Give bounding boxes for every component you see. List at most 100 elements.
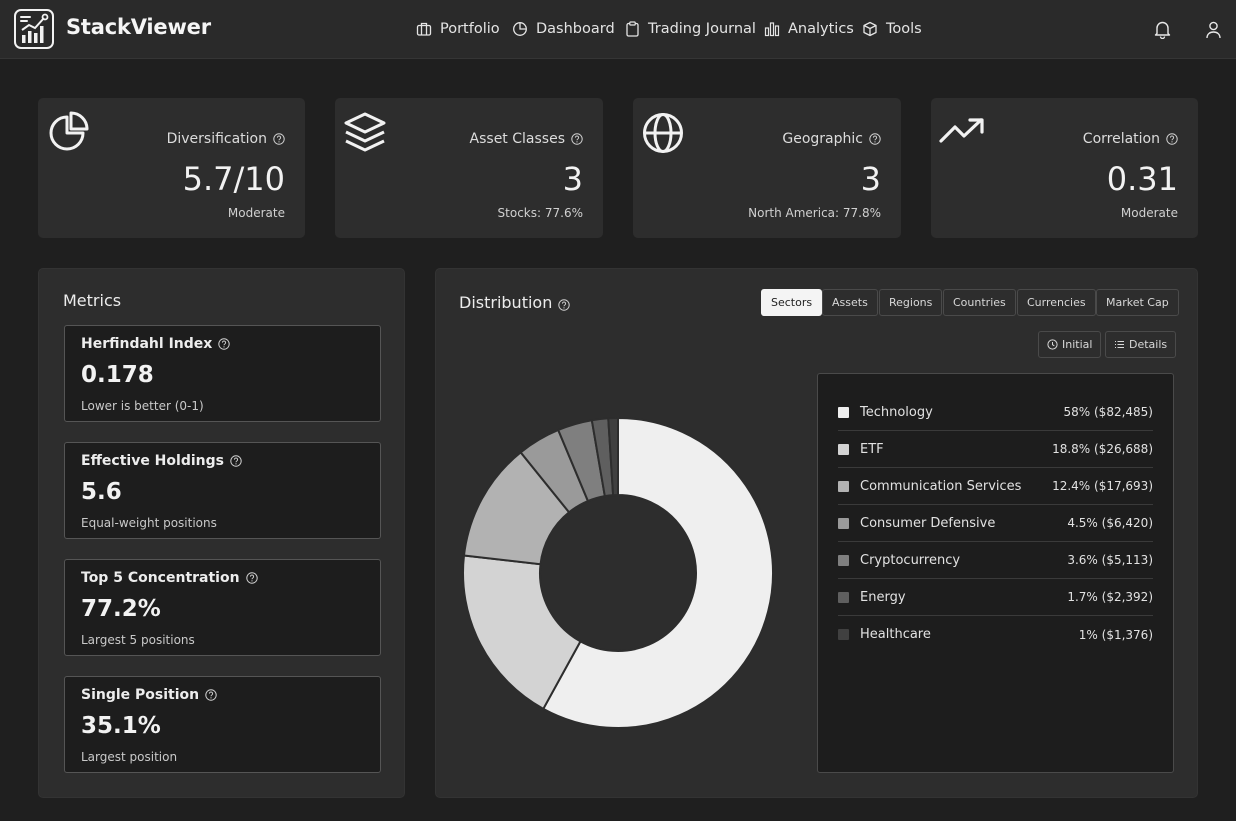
layers-icon	[343, 111, 387, 155]
metric-subtext: Largest position	[81, 750, 178, 764]
brand-name[interactable]: StackViewer	[66, 15, 211, 39]
distribution-title: Distribution	[459, 293, 571, 312]
legend-value: 4.5% ($6,420)	[1067, 516, 1153, 530]
clock-icon	[1047, 339, 1058, 350]
nav-analytics[interactable]: Analytics	[764, 19, 854, 39]
help-icon[interactable]	[571, 133, 583, 145]
legend-row[interactable]: ETF 18.8% ($26,688)	[838, 431, 1153, 468]
tab-market-cap[interactable]: Market Cap	[1096, 289, 1179, 316]
distribution-panel: Distribution Sectors Assets Regions Coun…	[435, 268, 1198, 798]
logo-icon[interactable]	[14, 9, 54, 49]
legend-swatch	[838, 554, 849, 566]
legend-label: ETF	[860, 441, 884, 457]
stat-card-diversification: Diversification 5.7/10 Moderate	[38, 98, 305, 238]
legend-swatch	[838, 480, 849, 492]
legend-swatch	[838, 443, 849, 455]
legend-label: Communication Services	[860, 478, 1022, 494]
briefcase-icon	[416, 22, 432, 36]
stat-card-asset-classes: Asset Classes 3 Stocks: 77.6%	[335, 98, 603, 238]
legend-value: 12.4% ($17,693)	[1052, 479, 1153, 493]
metric-subtext: Equal-weight positions	[81, 516, 217, 530]
legend-value: 18.8% ($26,688)	[1052, 442, 1153, 456]
trending-up-icon	[939, 111, 991, 151]
tab-currencies[interactable]: Currencies	[1017, 289, 1096, 316]
donut-chart	[462, 417, 774, 729]
nav-trading-journal[interactable]: Trading Journal	[625, 19, 756, 39]
stat-card-correlation: Correlation 0.31 Moderate	[931, 98, 1198, 238]
initial-button[interactable]: Initial	[1038, 331, 1102, 358]
stat-label: Asset Classes	[470, 131, 583, 147]
stat-subtext: Stocks: 77.6%	[497, 206, 583, 220]
legend-row[interactable]: Technology 58% ($82,485)	[838, 394, 1153, 431]
stat-value: 0.31	[1106, 160, 1178, 198]
metric-single-position: Single Position 35.1% Largest position	[64, 676, 381, 773]
metric-value: 77.2%	[81, 596, 161, 622]
stat-card-geographic: Geographic 3 North America: 77.8%	[633, 98, 901, 238]
help-icon[interactable]	[1166, 133, 1178, 145]
legend-row[interactable]: Consumer Defensive 4.5% ($6,420)	[838, 505, 1153, 542]
metric-top5-concentration: Top 5 Concentration 77.2% Largest 5 posi…	[64, 559, 381, 656]
legend-label: Cryptocurrency	[860, 552, 961, 568]
help-icon[interactable]	[218, 338, 230, 350]
stat-subtext: Moderate	[227, 206, 285, 220]
help-icon[interactable]	[245, 572, 258, 584]
legend-value: 3.6% ($5,113)	[1067, 553, 1153, 567]
metric-subtext: Lower is better (0-1)	[81, 399, 204, 413]
details-button[interactable]: Details	[1105, 331, 1177, 358]
stat-label: Diversification	[167, 131, 285, 147]
legend-label: Technology	[860, 404, 933, 420]
metric-subtext: Largest 5 positions	[81, 633, 195, 647]
help-icon[interactable]	[230, 455, 242, 467]
help-icon[interactable]	[869, 133, 881, 145]
bell-icon[interactable]	[1154, 20, 1171, 39]
stat-label: Correlation	[1083, 131, 1178, 147]
stat-value: 3	[860, 160, 881, 198]
metric-effective-holdings: Effective Holdings 5.6 Equal-weight posi…	[64, 442, 381, 539]
help-icon[interactable]	[558, 298, 571, 311]
stat-subtext: Moderate	[1120, 206, 1178, 220]
list-icon	[1115, 341, 1124, 348]
legend-swatch	[838, 517, 849, 529]
metric-herfindahl-index: Herfindahl Index 0.178 Lower is better (…	[64, 325, 381, 422]
tab-countries[interactable]: Countries	[943, 289, 1016, 316]
tab-regions[interactable]: Regions	[879, 289, 943, 316]
tab-sectors[interactable]: Sectors	[761, 289, 823, 316]
legend-value: 58% ($82,485)	[1063, 405, 1153, 419]
bar-chart-icon	[764, 22, 780, 37]
legend-row[interactable]: Healthcare 1% ($1,376)	[838, 616, 1153, 653]
legend-value: 1.7% ($2,392)	[1067, 590, 1153, 604]
metric-label: Herfindahl Index	[81, 336, 213, 352]
clipboard-icon	[626, 21, 639, 37]
globe-icon	[641, 111, 685, 155]
metric-value: 35.1%	[81, 713, 161, 739]
nav-portfolio[interactable]: Portfolio	[416, 19, 500, 39]
legend-label: Energy	[860, 589, 906, 605]
legend-row[interactable]: Cryptocurrency 3.6% ($5,113)	[838, 542, 1153, 579]
stat-label: Geographic	[782, 131, 881, 147]
legend-swatch	[838, 591, 849, 603]
legend-label: Consumer Defensive	[860, 515, 996, 531]
nav-tools[interactable]: Tools	[862, 19, 922, 39]
legend-swatch	[838, 406, 849, 418]
stat-value: 3	[562, 160, 583, 198]
legend-row[interactable]: Energy 1.7% ($2,392)	[838, 579, 1153, 616]
user-icon[interactable]	[1205, 20, 1222, 39]
metric-label: Effective Holdings	[81, 453, 224, 469]
legend-value: 1% ($1,376)	[1078, 627, 1153, 642]
metric-label: Top 5 Concentration	[81, 570, 240, 586]
metrics-title: Metrics	[63, 291, 122, 310]
metrics-panel: Metrics Herfindahl Index 0.178 Lower is …	[38, 268, 405, 798]
pie-chart-icon	[513, 22, 527, 36]
chart-legend: Technology 58% ($82,485) ETF 18.8% ($26,688…	[817, 373, 1174, 773]
pie-chart-icon	[46, 111, 90, 155]
help-icon[interactable]	[205, 689, 217, 701]
legend-label: Healthcare	[860, 627, 931, 642]
metric-value: 5.6	[81, 479, 122, 505]
nav-dashboard[interactable]: Dashboard	[512, 19, 615, 39]
metric-label: Single Position	[81, 687, 200, 703]
legend-row[interactable]: Communication Services 12.4% ($17,693)	[838, 468, 1153, 505]
top-navigation-bar: StackViewer Portfolio Dashboard Trading	[0, 0, 1236, 59]
legend-swatch	[838, 629, 849, 640]
tab-assets[interactable]: Assets	[822, 289, 878, 316]
help-icon[interactable]	[273, 133, 285, 145]
